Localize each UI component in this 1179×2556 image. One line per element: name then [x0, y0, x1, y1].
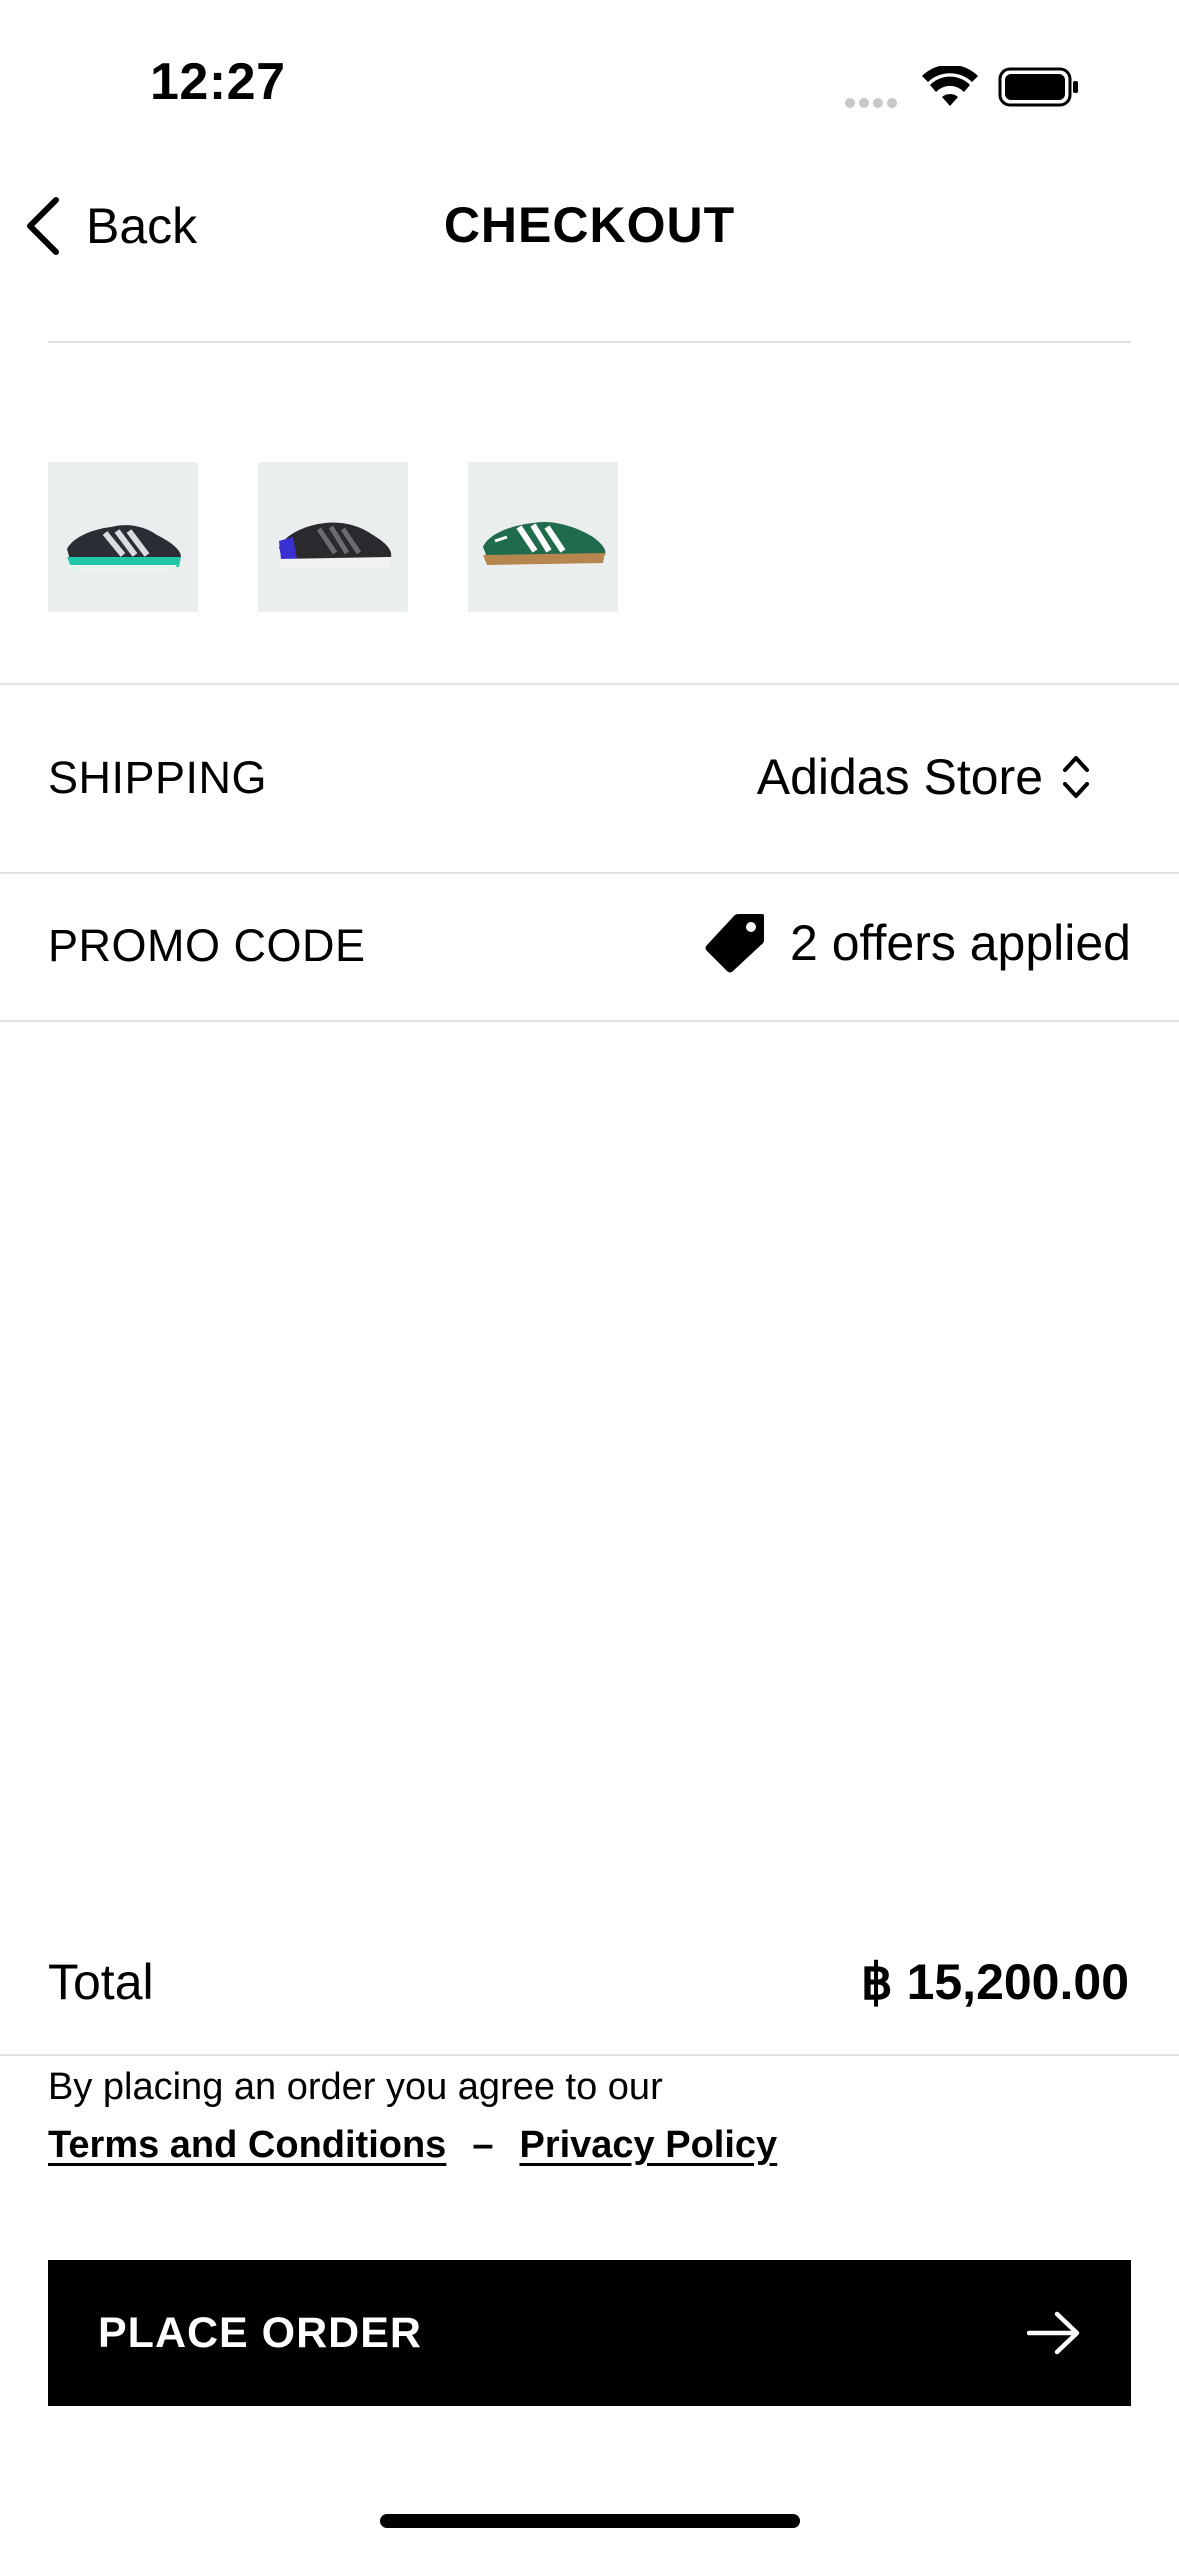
place-order-button[interactable]: PLACE ORDER [48, 2260, 1131, 2406]
status-time: 12:27 [150, 53, 286, 111]
legal-links: Terms and Conditions – Privacy Policy [48, 2124, 777, 2167]
running-shoe-black-blue-icon [279, 522, 392, 569]
shipping-divider [0, 872, 1179, 874]
product-thumbnail-2[interactable] [258, 462, 408, 612]
shipping-label: SHIPPING [48, 752, 268, 803]
total-value: ฿ 15,200.00 [860, 1954, 1129, 2010]
chevron-up-down-icon [1063, 756, 1089, 798]
promo-divider [0, 1020, 1179, 1022]
page-title: CHECKOUT [443, 197, 736, 253]
shipping-value: Adidas Store [756, 749, 1043, 805]
total-label: Total [48, 1954, 154, 2010]
wifi-icon [922, 66, 978, 106]
running-shoe-teal-black-icon [67, 525, 181, 571]
terms-and-conditions-link[interactable]: Terms and Conditions [48, 2124, 446, 2167]
product-thumbnail-1[interactable] [48, 462, 198, 612]
arrow-right-icon [1027, 2311, 1080, 2355]
header-divider [48, 341, 1131, 343]
home-indicator[interactable] [380, 2514, 800, 2528]
tag-icon [705, 914, 764, 973]
cellular-signal-icon [845, 95, 905, 108]
sneaker-green-gum-icon [483, 521, 606, 565]
promo-code-selector[interactable]: 2 offers applied [704, 912, 1131, 974]
shipping-selector[interactable]: Adidas Store [757, 748, 1093, 806]
products-divider [0, 683, 1179, 685]
agreement-text: By placing an order you agree to our [48, 2066, 663, 2108]
product-thumbnail-3[interactable] [468, 462, 618, 612]
promo-code-value: 2 offers applied [790, 915, 1131, 971]
legal-separator: – [472, 2124, 494, 2166]
battery-icon [998, 67, 1078, 107]
total-divider [0, 2054, 1179, 2056]
privacy-policy-link[interactable]: Privacy Policy [519, 2124, 777, 2167]
place-order-label: PLACE ORDER [98, 2308, 422, 2357]
promo-code-label: PROMO CODE [48, 920, 366, 971]
